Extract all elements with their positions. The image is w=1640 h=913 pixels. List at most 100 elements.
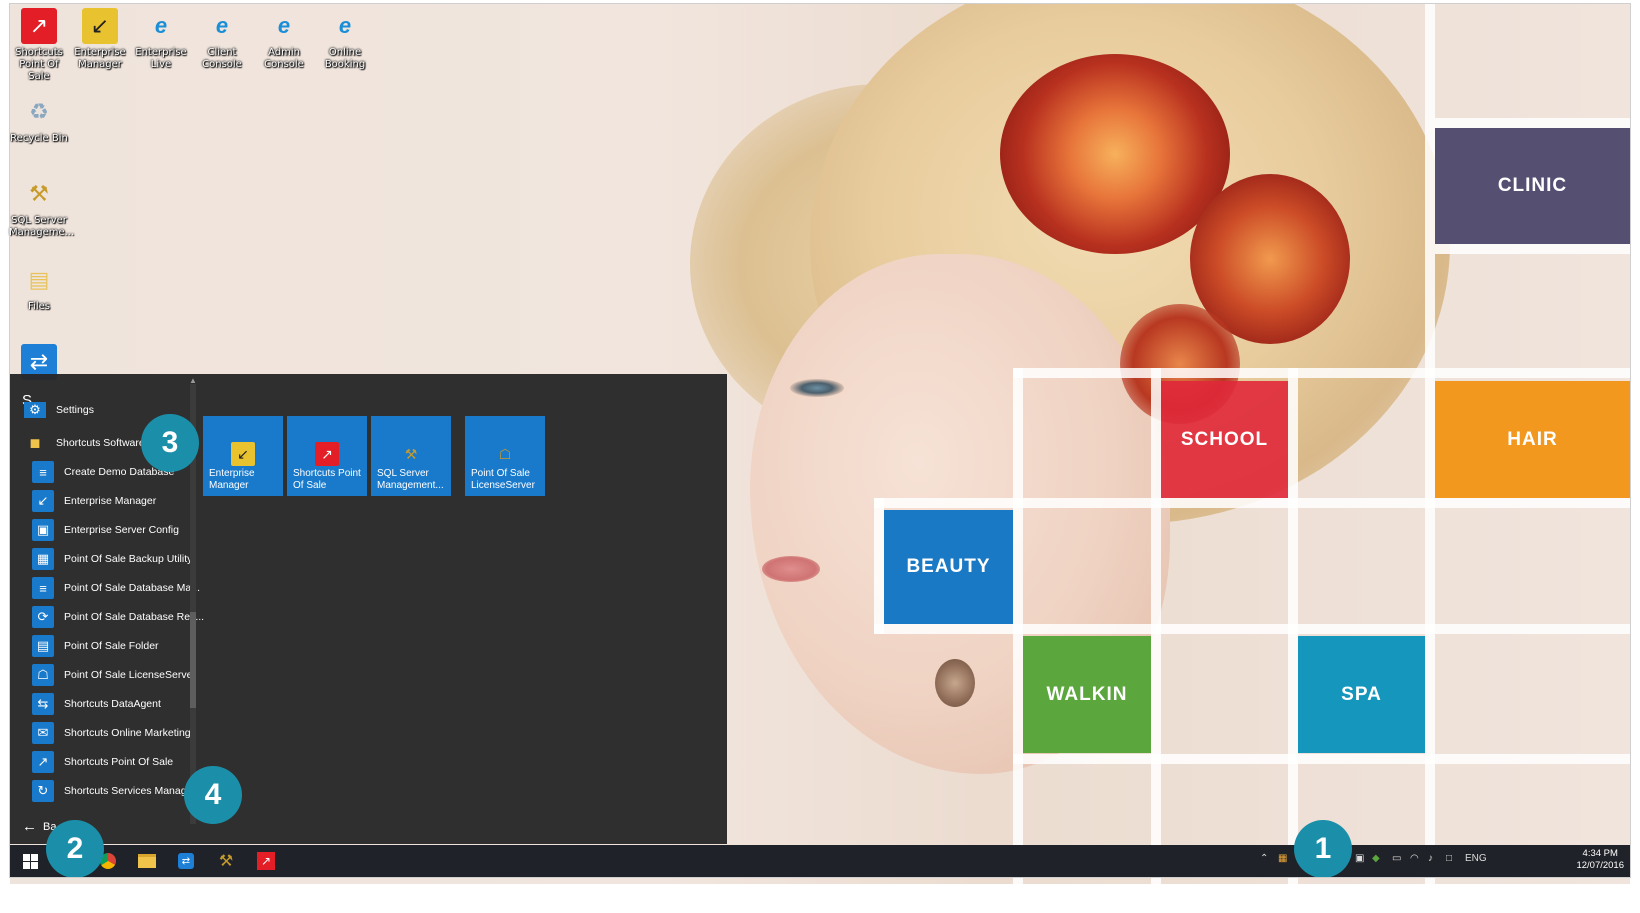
callout-badge-1: 1 [1294,820,1352,878]
app-item-pos-folder[interactable]: ▤ Point Of Sale Folder [32,632,159,660]
taskbar-sql-server[interactable]: ⚒ [212,849,240,873]
app-item-pos-backup-utility[interactable]: ▦ Point Of Sale Backup Utility [32,545,192,573]
tray-shield-icon[interactable]: ◆ [1372,853,1380,864]
scroll-up-icon[interactable]: ▲ [189,376,197,385]
app-item-shortcuts-point-of-sale[interactable]: ↗ Shortcuts Point Of Sale [32,748,173,776]
app-item-label: Settings [56,404,94,416]
tile-hair: HAIR [1435,381,1630,498]
tray-chevron-up-icon[interactable]: ⌃ [1260,853,1268,864]
wallpaper-grid-line [1435,244,1630,254]
shortcuts-pos-icon: ↗ [21,8,57,44]
pinned-tile-label: Shortcuts Point Of Sale [293,468,361,491]
backup-icon: ▦ [32,548,54,570]
app-item-pos-database-restore[interactable]: ⟳ Point Of Sale Database Res... [32,603,204,631]
enterprise-manager-icon: ↙ [231,442,255,466]
pinned-tile-label: SQL Server Management... [377,468,444,491]
wallpaper-grid-line [1151,368,1161,884]
desktop-icon-client-console[interactable]: e Client Console [192,8,252,71]
pinned-tile-shortcuts-pos[interactable]: ↗ Shortcuts Point Of Sale [287,416,367,496]
ie-icon: e [338,13,352,38]
start-menu: S ⚙ Settings ■ Shortcuts Software ≡ Crea… [10,374,727,844]
wallpaper-grid-line [874,624,1630,634]
app-item-label: Shortcuts Online Marketing [64,727,191,739]
pinned-tile-pos-licenseserver[interactable]: ☖ Point Of Sale LicenseServer [465,416,545,496]
desktop-icon-label: Client Console [202,47,242,70]
app-item-pos-licenseserver[interactable]: ☖ Point Of Sale LicenseServer [32,661,196,689]
database-icon: ≡ [32,461,54,483]
tile-clinic: CLINIC [1435,128,1630,244]
desktop-icon-online-booking[interactable]: e Online Booking [315,8,375,71]
tile-spa: SPA [1298,636,1425,753]
wallpaper-grid-line [1288,368,1298,884]
pinned-tile-sql-server[interactable]: ⚒ SQL Server Management... [371,416,451,496]
tile-beauty: BEAUTY [884,510,1013,624]
tile-walkin: WALKIN [1023,636,1151,753]
tray-language[interactable]: ENG [1465,853,1487,864]
app-item-pos-database-manager[interactable]: ≡ Point Of Sale Database Ma... [32,574,200,602]
app-item-label: Shortcuts Point Of Sale [64,756,174,768]
wallpaper-grid-line [1013,368,1630,378]
pinned-tile-enterprise-manager[interactable]: ↙ Enterprise Manager [203,416,283,496]
callout-badge-2: 2 [46,820,104,878]
desktop-icon-label: Files [28,301,50,312]
desktop-icon-label: Shortcuts Point Of Sale [15,47,63,82]
recycle-bin-icon: ♻ [29,99,49,124]
ie-icon: e [277,13,291,38]
desktop-icon-shortcuts-pos[interactable]: ↗ Shortcuts Point Of Sale [9,8,69,83]
desktop-icon-label: Admin Console [264,47,304,70]
back-arrow-icon: ← [22,818,37,835]
data-agent-icon: ⇆ [32,693,54,715]
app-item-enterprise-manager[interactable]: ↙ Enterprise Manager [32,487,156,515]
clock-date: 12/07/2016 [1576,860,1624,871]
taskbar-clock[interactable]: 4:34 PM 12/07/2016 [1576,848,1624,872]
sql-server-icon: ⚒ [218,853,234,870]
taskbar-file-explorer[interactable] [133,849,161,873]
windows-icon [22,853,38,869]
license-icon: ☖ [32,664,54,686]
mail-icon: ✉ [32,722,54,744]
tray-wifi-icon[interactable]: ◠ [1410,853,1419,864]
app-item-settings[interactable]: ⚙ Settings [24,402,94,418]
folder-icon: ▤ [32,635,54,657]
taskbar-teamviewer[interactable]: ⇄ [172,849,200,873]
screen: CLINIC SCHOOL HAIR BEAUTY WALKIN SPA ↗ S… [0,0,1640,913]
gear-icon: ⚙ [24,402,46,418]
desktop-icon-enterprise-live[interactable]: e Enterprise Live [131,8,191,71]
taskbar: ⇄ ⚒ ↗ ⌃ ▦ ▣ ◆ ▭ ◠ ♪ □ ENG 4:34 PM 12/07/… [10,845,1630,877]
sql-server-icon: ⚒ [29,181,49,206]
desktop-icon-recycle-bin[interactable]: ♻ Recycle Bin [9,94,69,145]
tray-battery-icon[interactable]: ▭ [1392,853,1401,864]
app-item-label: Shortcuts DataAgent [64,698,161,710]
tray-app-icon[interactable]: ▦ [1278,853,1287,864]
ie-icon: e [154,13,168,38]
ie-icon: e [215,13,229,38]
callout-badge-3: 3 [141,414,199,472]
wallpaper-earring [935,659,975,707]
callout-badge-4: 4 [184,766,242,824]
folder-icon: ▤ [28,267,50,292]
enterprise-manager-icon: ↙ [82,8,118,44]
app-item-shortcuts-dataagent[interactable]: ⇆ Shortcuts DataAgent [32,690,161,718]
wallpaper-grid-line [874,498,884,634]
app-item-enterprise-server-config[interactable]: ▣ Enterprise Server Config [32,516,179,544]
tray-volume-icon[interactable]: ♪ [1428,853,1433,864]
taskbar-shortcuts-pos[interactable]: ↗ [252,849,280,873]
desktop-icon-sql-server[interactable]: ⚒ SQL Server Manageme... [9,176,74,239]
tile-school: SCHOOL [1161,381,1288,498]
wallpaper-grid-line [1435,118,1630,128]
scrollbar-thumb[interactable] [190,612,196,708]
app-item-shortcuts-online-marketing[interactable]: ✉ Shortcuts Online Marketing [32,719,191,747]
pinned-tile-label: Enterprise Manager [209,468,255,491]
desktop-icon-label: Enterprise Manager [74,47,126,70]
desktop-icon-admin-console[interactable]: e Admin Console [254,8,314,71]
app-item-shortcuts-services-manager[interactable]: ↻ Shortcuts Services Manager [32,777,196,805]
app-item-label: Point Of Sale LicenseServer [64,669,196,681]
tray-notifications-icon[interactable]: □ [1446,853,1452,864]
start-button[interactable] [16,849,44,873]
clock-time: 4:34 PM [1582,848,1618,859]
desktop-icon-files[interactable]: ▤ Files [9,262,69,313]
desktop-icon-enterprise-manager[interactable]: ↙ Enterprise Manager [70,8,130,71]
app-item-shortcuts-software[interactable]: ■ Shortcuts Software [24,429,145,457]
tray-network-device-icon[interactable]: ▣ [1355,853,1364,864]
folder-icon: ■ [29,432,41,453]
